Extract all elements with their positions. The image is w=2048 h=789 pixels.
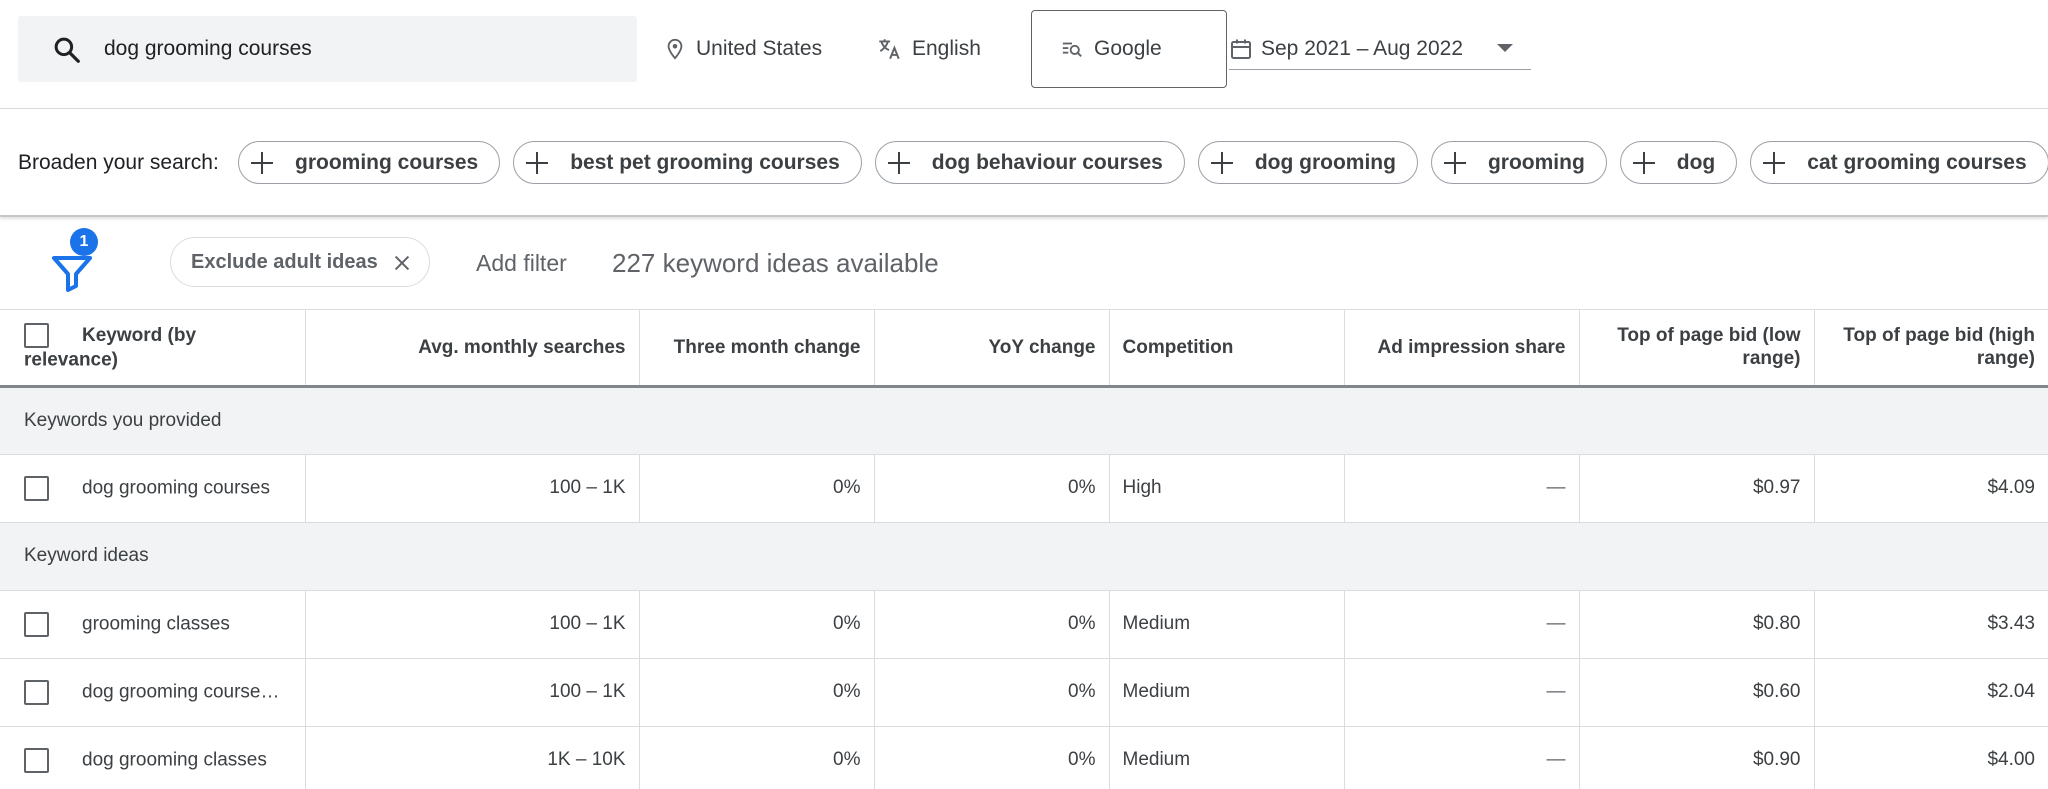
bid-high-cell: $3.43	[1814, 590, 2048, 659]
bid-high-cell: $2.04	[1814, 658, 2048, 727]
keyword-cell: dog grooming course…	[0, 658, 306, 727]
broaden-chip-grooming[interactable]: grooming	[1430, 141, 1607, 184]
translate-icon	[879, 39, 900, 60]
search-engine-icon	[1062, 42, 1082, 57]
impression-share-cell: —	[1344, 454, 1580, 523]
broaden-chip-best-pet-grooming-courses[interactable]: best pet grooming courses	[513, 141, 862, 184]
column-header-bid-high[interactable]: Top of page bid (high range)	[1814, 310, 2048, 388]
column-header-keyword[interactable]: Keyword (by relevance)	[0, 310, 306, 388]
bid-high-cell: $4.09	[1814, 454, 2048, 523]
avg-searches-cell: 1K – 10K	[305, 726, 640, 789]
location-selector[interactable]: United States	[664, 0, 822, 98]
competition-cell: Medium	[1109, 658, 1345, 727]
add-filter-button[interactable]: Add filter	[476, 217, 567, 310]
filter-bar: Exclude adult ideas Add filter 227 keywo…	[0, 217, 2048, 310]
row-checkbox[interactable]	[24, 747, 49, 773]
keyword-search-box[interactable]	[18, 16, 637, 82]
table-row[interactable]: dog grooming classes 1K – 10K 0% 0% Medi…	[0, 726, 2048, 789]
keyword-ideas-count: 227 keyword ideas available	[612, 248, 939, 278]
chevron-down-icon	[1497, 44, 1513, 52]
competition-cell: Medium	[1109, 590, 1345, 659]
group-header-row: Keyword ideas	[0, 522, 2048, 591]
search-icon	[54, 37, 80, 63]
keyword-search-input[interactable]	[104, 16, 614, 82]
column-header-yoy-change[interactable]: YoY change	[874, 310, 1110, 388]
broaden-chip-dog[interactable]: dog	[1619, 141, 1738, 184]
plus-icon	[1763, 151, 1786, 174]
broaden-search-bar: Broaden your search: grooming courses be…	[0, 109, 2048, 217]
impression-share-cell: —	[1344, 726, 1580, 789]
bid-low-cell: $0.90	[1579, 726, 1815, 789]
location-pin-icon	[667, 38, 683, 60]
search-engine-label: Google	[1094, 37, 1162, 60]
row-checkbox[interactable]	[24, 475, 49, 501]
keyword-cell: dog grooming classes	[0, 726, 306, 789]
date-range-selector[interactable]: Sep 2021 – Aug 2022	[1229, 28, 1531, 70]
column-header-competition[interactable]: Competition	[1109, 310, 1345, 388]
date-range-label: Sep 2021 – Aug 2022	[1261, 36, 1464, 60]
column-header-avg-monthly-searches[interactable]: Avg. monthly searches	[305, 310, 640, 388]
bid-low-cell: $0.97	[1579, 454, 1815, 523]
three-month-change-cell: 0%	[639, 590, 875, 659]
plus-icon	[887, 151, 910, 174]
select-all-checkbox[interactable]	[24, 323, 49, 348]
keyword-cell: grooming classes	[0, 590, 306, 659]
yoy-change-cell: 0%	[874, 658, 1110, 727]
broaden-chip-dog-grooming[interactable]: dog grooming	[1197, 141, 1418, 184]
column-header-ad-impression-share[interactable]: Ad impression share	[1344, 310, 1580, 388]
broaden-label: Broaden your search:	[18, 151, 219, 174]
search-settings-bar: United States English Google Sep 2021 – …	[0, 0, 2048, 109]
yoy-change-cell: 0%	[874, 726, 1110, 789]
bid-low-cell: $0.80	[1579, 590, 1815, 659]
group-header-row: Keywords you provided	[0, 386, 2048, 455]
three-month-change-cell: 0%	[639, 658, 875, 727]
three-month-change-cell: 0%	[639, 726, 875, 789]
column-header-three-month-change[interactable]: Three month change	[639, 310, 875, 388]
calendar-icon	[1231, 39, 1251, 59]
competition-cell: High	[1109, 454, 1345, 523]
avg-searches-cell: 100 – 1K	[305, 658, 640, 727]
keyword-cell: dog grooming courses	[0, 454, 306, 523]
search-engine-selector[interactable]: Google	[1031, 10, 1227, 88]
yoy-change-cell: 0%	[874, 454, 1110, 523]
language-label: English	[912, 37, 981, 60]
bid-high-cell: $4.00	[1814, 726, 2048, 789]
filter-chip-label: Exclude adult ideas	[191, 250, 378, 273]
plus-icon	[1443, 151, 1466, 174]
impression-share-cell: —	[1344, 590, 1580, 659]
broaden-chip-grooming-courses[interactable]: grooming courses	[238, 141, 501, 184]
three-month-change-cell: 0%	[639, 454, 875, 523]
avg-searches-cell: 100 – 1K	[305, 454, 640, 523]
plus-icon	[251, 151, 273, 174]
broaden-chip-cat-grooming-courses[interactable]: cat grooming courses	[1750, 141, 2048, 184]
column-header-bid-low[interactable]: Top of page bid (low range)	[1579, 310, 1815, 388]
exclude-adult-ideas-chip[interactable]: Exclude adult ideas	[170, 237, 430, 287]
yoy-change-cell: 0%	[874, 590, 1110, 659]
impression-share-cell: —	[1344, 658, 1580, 727]
group-label-ideas: Keyword ideas	[0, 522, 2048, 591]
plus-icon	[526, 151, 549, 174]
plus-icon	[1632, 151, 1655, 174]
broaden-chips: grooming courses best pet grooming cours…	[238, 141, 2048, 184]
competition-cell: Medium	[1109, 726, 1345, 789]
filter-count-badge: 1	[70, 228, 98, 256]
group-label-provided: Keywords you provided	[0, 386, 2048, 455]
broaden-chip-dog-behaviour-courses[interactable]: dog behaviour courses	[874, 141, 1185, 184]
row-checkbox[interactable]	[24, 679, 49, 705]
keyword-ideas-table: Keyword (by relevance) Avg. monthly sear…	[0, 310, 2048, 789]
table-row[interactable]: grooming classes 100 – 1K 0% 0% Medium —…	[0, 590, 2048, 659]
location-label: United States	[696, 37, 823, 60]
table-row[interactable]: dog grooming courses 100 – 1K 0% 0% High…	[0, 454, 2048, 523]
plus-icon	[1210, 151, 1233, 174]
bid-low-cell: $0.60	[1579, 658, 1815, 727]
table-header-row: Keyword (by relevance) Avg. monthly sear…	[0, 310, 2048, 388]
table-row[interactable]: dog grooming course… 100 – 1K 0% 0% Medi…	[0, 658, 2048, 727]
avg-searches-cell: 100 – 1K	[305, 590, 640, 659]
close-icon[interactable]	[391, 252, 413, 274]
row-checkbox[interactable]	[24, 611, 49, 637]
language-selector[interactable]: English	[876, 0, 981, 98]
